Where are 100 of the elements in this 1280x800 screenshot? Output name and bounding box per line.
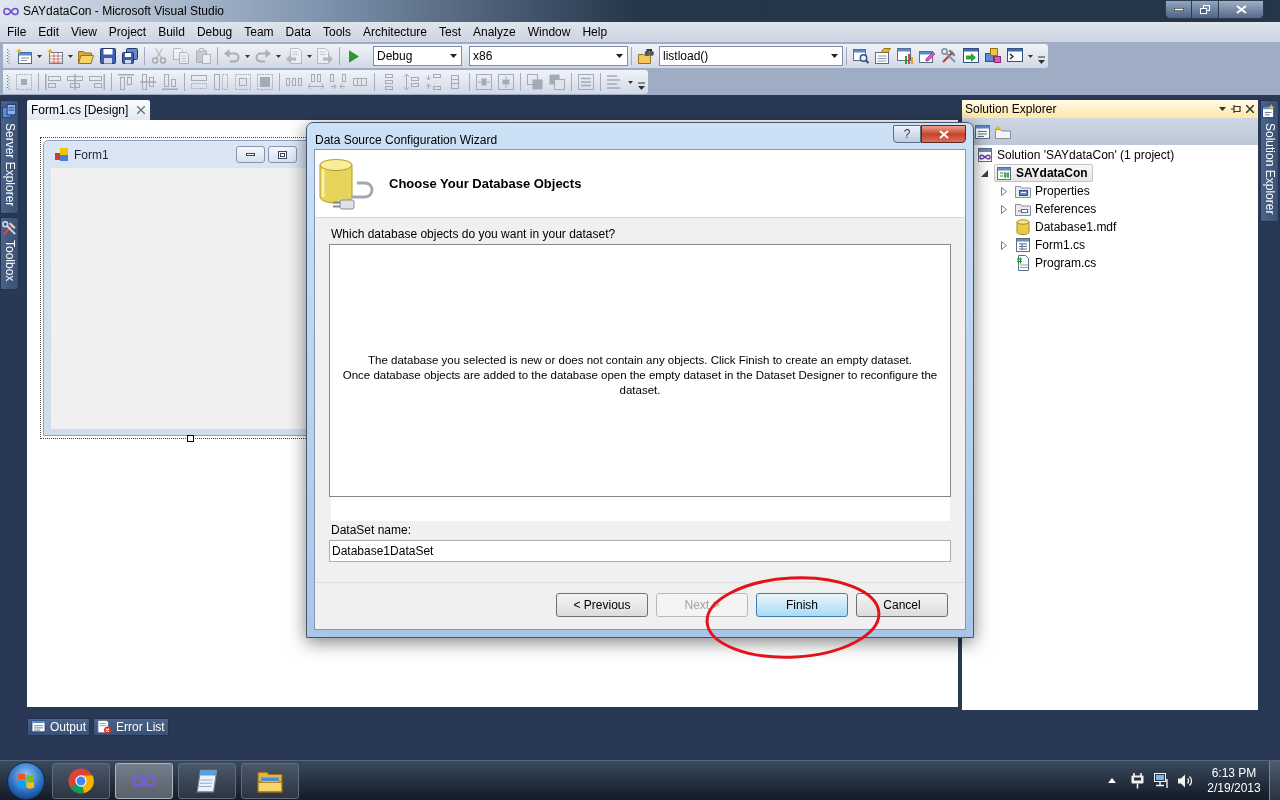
help-button[interactable]: ? <box>893 125 921 143</box>
menu-item[interactable]: Window <box>521 22 577 42</box>
maximize-icon <box>278 150 287 159</box>
tree-item[interactable]: Database1.mdf <box>1013 218 1122 236</box>
dropdown-arrow-icon[interactable] <box>68 54 73 58</box>
error-list-icon <box>97 720 113 734</box>
menu-item[interactable]: Tools <box>316 22 357 42</box>
close-icon <box>938 129 949 139</box>
find-combo-box[interactable]: listload() <box>659 46 843 66</box>
pin-icon[interactable] <box>1231 105 1241 113</box>
tree-item[interactable]: Properties <box>1013 182 1095 200</box>
dropdown-arrow-icon[interactable] <box>1028 54 1033 58</box>
menu-item[interactable]: Team <box>238 22 280 42</box>
taskbar-button[interactable] <box>178 762 236 799</box>
clock-date[interactable]: 2/19/2013 <box>1207 780 1261 796</box>
code-file-icon <box>1015 255 1031 271</box>
menu-item[interactable]: Project <box>102 22 153 42</box>
binoculars-folder-icon[interactable] <box>638 48 654 64</box>
new-project-icon[interactable] <box>16 48 32 64</box>
dropdown-arrow-icon[interactable] <box>37 54 42 58</box>
expand-arrow-icon[interactable] <box>1000 204 1007 214</box>
tree-item[interactable]: SAYdataCon <box>994 164 1093 182</box>
menu-item[interactable]: Help <box>576 22 614 42</box>
new-folder-icon[interactable] <box>995 124 1011 139</box>
flag-icon <box>17 772 35 789</box>
minimize-icon <box>246 153 255 156</box>
expand-arrow-icon[interactable] <box>1000 240 1007 250</box>
start-button[interactable] <box>7 761 45 800</box>
prompt-label: Which database objects do you want in your dataset? <box>331 227 617 241</box>
arrow-window-icon[interactable] <box>963 48 979 64</box>
wizard-button[interactable]: Finish <box>756 593 848 617</box>
menu-item[interactable]: File <box>1 22 33 42</box>
collapse-arrow-icon[interactable] <box>981 169 988 177</box>
menu-item[interactable]: View <box>65 22 103 42</box>
dataset-name-field[interactable]: Database1DataSet <box>329 540 951 562</box>
wizard-button[interactable]: < Previous <box>556 593 648 617</box>
dropdown-arrow-icon[interactable] <box>245 54 250 58</box>
dock-tab[interactable]: Server Explorer <box>0 100 19 215</box>
document-tab[interactable]: Form1.cs [Design] <box>27 100 151 120</box>
search-window-icon[interactable] <box>853 48 869 64</box>
tree-item[interactable]: References <box>1013 200 1102 218</box>
dock-tab[interactable]: Solution Explorer <box>1260 100 1279 223</box>
message-text: The database you selected is new or does not contain any objects. Click Finish to create an empty dataset. <box>368 353 912 368</box>
platform-dropdown[interactable]: x86 <box>469 46 628 66</box>
window-pencil-icon[interactable] <box>919 48 935 64</box>
message-text: Once database objects are added to the database open the empty dataset in the Dataset Designer to reconfigure the dataset. <box>341 368 939 398</box>
close-icon[interactable] <box>1246 105 1254 113</box>
toolbar-overflow-icon[interactable] <box>1038 56 1045 64</box>
dropdown-arrow-icon[interactable] <box>307 54 312 58</box>
maximize-button[interactable] <box>268 146 297 163</box>
properties-window-icon[interactable] <box>975 124 990 139</box>
dock-tab[interactable]: Output <box>27 718 91 736</box>
stacked-squares-icon[interactable] <box>985 48 1001 64</box>
chart-window-icon[interactable] <box>897 48 913 64</box>
close-button[interactable] <box>1218 0 1264 19</box>
network-icon[interactable] <box>1154 773 1170 788</box>
floppy-disks-icon[interactable] <box>122 48 138 64</box>
menu-item[interactable]: Test <box>433 22 467 42</box>
dropdown-arrow-icon[interactable] <box>276 54 281 58</box>
taskbar-button[interactable] <box>241 762 299 799</box>
dock-tab[interactable]: Error List <box>93 718 169 736</box>
play-icon[interactable] <box>349 49 359 63</box>
caret-icon <box>616 54 623 58</box>
menu-item[interactable]: Analyze <box>467 22 522 42</box>
volume-icon[interactable] <box>1178 773 1194 788</box>
console-window-icon[interactable] <box>1007 48 1023 64</box>
form-title: Form1 <box>74 146 109 164</box>
resize-handle[interactable] <box>187 435 194 442</box>
window-title: SAYdataCon - Microsoft Visual Studio <box>23 3 224 20</box>
menu-item[interactable]: Edit <box>32 22 66 42</box>
dock-tab[interactable]: Toolbox <box>0 217 19 290</box>
add-item-icon[interactable] <box>47 48 63 64</box>
close-button[interactable] <box>921 125 966 143</box>
power-plug-icon[interactable] <box>1131 772 1144 789</box>
taskbar-button[interactable] <box>52 762 110 799</box>
dropdown-arrow-icon[interactable] <box>1219 107 1226 111</box>
menu-item[interactable]: Debug <box>190 22 239 42</box>
panel-title: Solution Explorer <box>965 101 1057 118</box>
tray-arrow-icon[interactable] <box>1108 778 1116 783</box>
references-folder-icon <box>1015 201 1031 217</box>
tree-item[interactable]: Form1.cs <box>1013 236 1090 254</box>
menu-item[interactable]: Architecture <box>356 22 433 42</box>
show-desktop-button[interactable] <box>1269 761 1280 800</box>
restore-button[interactable] <box>1192 0 1218 19</box>
menu-item[interactable]: Data <box>279 22 317 42</box>
properties-card-icon[interactable] <box>875 48 891 64</box>
expand-arrow-icon[interactable] <box>1000 186 1007 196</box>
objects-list-box[interactable] <box>329 244 951 497</box>
taskbar-button[interactable] <box>115 762 173 799</box>
grip-handle[interactable] <box>6 48 10 64</box>
wizard-button[interactable]: Cancel <box>856 593 948 617</box>
tree-item[interactable]: Program.cs <box>1013 254 1102 272</box>
configuration-dropdown[interactable]: Debug <box>373 46 462 66</box>
tree-item[interactable]: Solution 'SAYdataCon' (1 project) <box>975 146 1180 164</box>
minimize-button[interactable] <box>1165 0 1192 19</box>
minimize-button[interactable] <box>236 146 265 163</box>
hammer-wrench-icon[interactable] <box>941 48 957 64</box>
clock-time[interactable]: 6:13 PM <box>1211 765 1257 781</box>
open-folder-icon[interactable] <box>78 48 94 64</box>
menu-item[interactable]: Build <box>152 22 191 42</box>
